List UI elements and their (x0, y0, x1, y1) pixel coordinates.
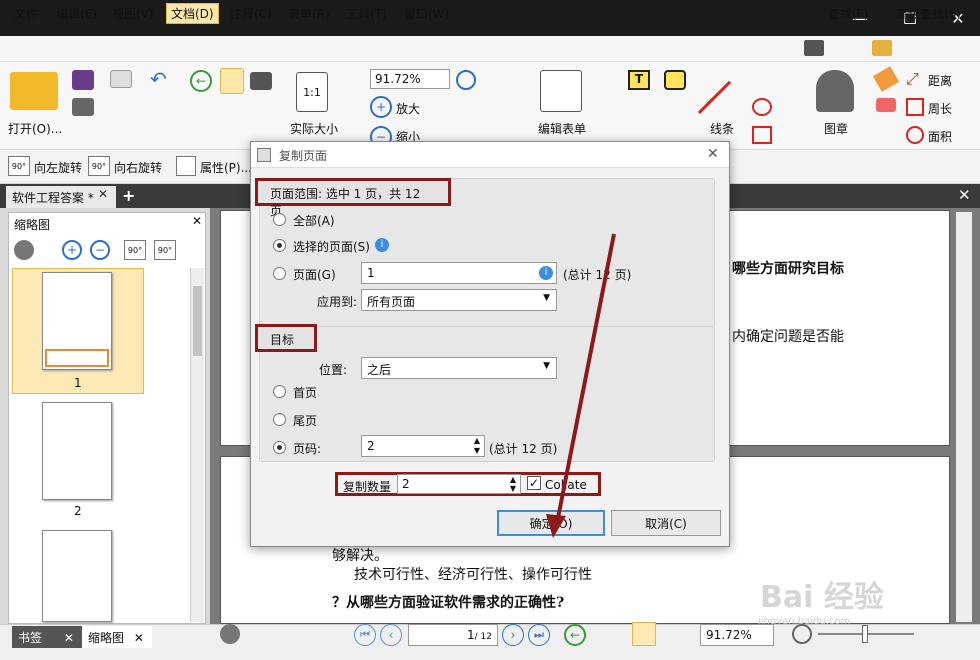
annotation-arrow (546, 233, 616, 538)
